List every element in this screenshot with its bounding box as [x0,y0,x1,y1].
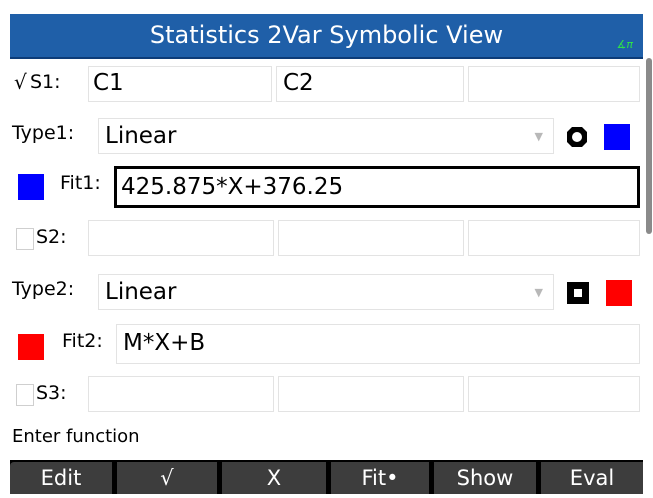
s1-col1-value: C1 [93,70,124,96]
type2-row: Type2: Linear ▼ [10,270,643,314]
s3-independent-column-field[interactable] [88,376,274,412]
fit1-input[interactable]: 425.875*X+376.25 [114,166,640,208]
type2-color-swatch[interactable] [606,280,632,306]
fit2-input[interactable]: M*X+B [116,324,640,364]
fit1-row: Fit1: 425.875*X+376.25 [10,164,643,210]
fit1-label: Fit1: [60,172,101,194]
s3-row: S3: [10,374,643,414]
fit2-label: Fit2: [62,330,103,352]
edit-button[interactable]: Edit [10,462,112,494]
s1-dependent-column-field[interactable]: C2 [276,66,464,102]
s1-frequency-column-field[interactable] [468,66,640,102]
square-marker-icon[interactable] [566,281,590,305]
check-button[interactable]: √ [117,462,217,494]
fit1-color-swatch[interactable] [18,174,44,200]
s2-dependent-column-field[interactable] [278,220,464,256]
s3-frequency-column-field[interactable] [468,376,640,412]
s2-label: S2: [36,226,67,248]
view-title: Statistics 2Var Symbolic View [149,21,504,49]
type1-row: Type1: Linear ▼ [10,114,643,158]
s1-label: S1: [30,71,61,93]
s1-row: √ S1: C1 C2 [10,64,643,104]
scrollbar[interactable] [646,58,652,234]
s3-dependent-column-field[interactable] [278,376,464,412]
show-button[interactable]: Show [434,462,536,494]
title-bar: Statistics 2Var Symbolic View ∡π [10,14,643,59]
s1-col2-value: C2 [283,70,314,96]
type1-color-swatch[interactable] [604,124,630,150]
status-hint: Enter function [12,426,140,447]
s2-independent-column-field[interactable] [88,220,274,256]
softkey-menu-bar: Edit √ X Fit• Show Eval [10,460,643,494]
calculator-screen: Statistics 2Var Symbolic View ∡π √ S1: C… [0,0,653,498]
s2-frequency-column-field[interactable] [468,220,640,256]
fit1-value: 425.875*X+376.25 [121,174,344,200]
type2-label: Type2: [12,278,75,300]
type2-value: Linear [105,279,177,305]
type1-value: Linear [105,123,177,149]
x-button[interactable]: X [222,462,326,494]
s1-checkmark[interactable]: √ [14,70,27,94]
chevron-down-icon: ▼ [534,130,543,143]
eval-button[interactable]: Eval [541,462,643,494]
fit2-value: M*X+B [123,330,206,356]
fit-button[interactable]: Fit• [331,462,429,494]
circle-marker-icon[interactable] [565,125,589,149]
s3-checkbox[interactable] [16,384,34,406]
s2-row: S2: [10,218,643,258]
fit2-color-swatch[interactable] [18,334,44,360]
type1-dropdown[interactable]: Linear ▼ [98,118,554,154]
type1-label: Type1: [12,122,75,144]
s1-independent-column-field[interactable]: C1 [88,66,272,102]
angle-mode-indicator: ∡π [616,38,633,51]
fit2-row: Fit2: M*X+B [10,322,643,366]
chevron-down-icon: ▼ [534,286,543,299]
type2-dropdown[interactable]: Linear ▼ [98,274,554,310]
s2-checkbox[interactable] [16,228,34,250]
s3-label: S3: [36,382,67,404]
